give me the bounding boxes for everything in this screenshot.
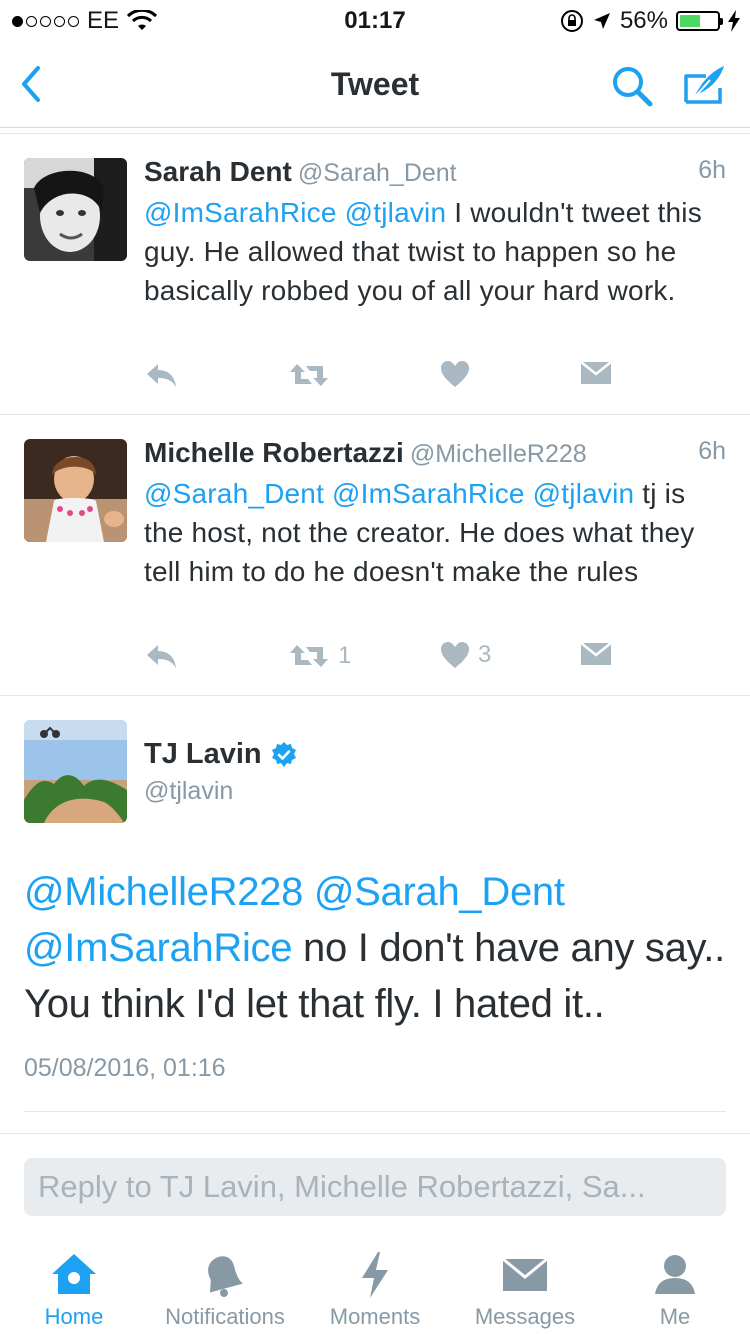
- tab-label: Me: [659, 1304, 691, 1329]
- tab-label: Messages: [474, 1304, 576, 1329]
- envelope-icon: [580, 642, 612, 665]
- battery-icon: [676, 11, 723, 31]
- retweet-icon: [290, 364, 328, 386]
- author-handle[interactable]: @Sarah_Dent: [298, 159, 457, 187]
- reply-tweet[interactable]: Michelle Robertazzi @MichelleR228 6h @Sar…: [0, 415, 750, 696]
- battery-fill: [680, 15, 701, 27]
- like-count: 3: [478, 641, 492, 668]
- reply-icon: [147, 645, 176, 668]
- tab-label: Home: [44, 1304, 104, 1329]
- avatar[interactable]: [24, 720, 127, 823]
- retweet-button[interactable]: [288, 360, 338, 390]
- tab-moments[interactable]: Moments: [320, 1240, 430, 1334]
- compose-button[interactable]: [680, 60, 730, 110]
- direct-message-button[interactable]: [580, 360, 612, 386]
- author-handle[interactable]: @MichelleR228: [410, 440, 587, 468]
- tab-label: Moments: [329, 1304, 421, 1329]
- main-author-row: TJ Lavin: [144, 738, 298, 771]
- tweet-header: Sarah Dent @Sarah_Dent 6h: [144, 156, 726, 188]
- home-icon: [52, 1254, 96, 1294]
- envelope-icon: [502, 1257, 548, 1291]
- tab-messages[interactable]: Messages: [468, 1240, 582, 1334]
- tab-bar: Home Notifications Moments Messages Me: [0, 1240, 750, 1334]
- retweet-count: 1: [338, 642, 352, 669]
- location-arrow-icon: [593, 13, 610, 29]
- battery-percent: 56%: [619, 7, 668, 34]
- avatar[interactable]: [24, 439, 127, 542]
- direct-message-button[interactable]: [580, 641, 612, 667]
- orientation-lock-icon: [560, 10, 583, 32]
- tweet-mentions[interactable]: @Sarah_Dent @ImSarahRice @tjlavin: [144, 478, 634, 509]
- tab-me[interactable]: Me: [630, 1240, 720, 1334]
- envelope-icon: [580, 361, 612, 384]
- tweet-date: 05/08/2016, 01:16: [24, 1054, 226, 1082]
- tweet-timestamp: 6h: [698, 156, 726, 184]
- tweet-mentions[interactable]: @ImSarahRice @tjlavin: [144, 197, 446, 228]
- search-button[interactable]: [608, 62, 656, 110]
- status-right: 56%: [560, 7, 740, 35]
- reply-icon: [147, 364, 176, 387]
- retweet-icon: [290, 645, 328, 667]
- author-name[interactable]: Michelle Robertazzi: [144, 437, 404, 468]
- divider: [0, 1133, 750, 1134]
- heart-icon: [441, 361, 469, 387]
- main-tweet-user[interactable]: TJ Lavin @tjlavin: [144, 738, 298, 806]
- reply-button[interactable]: [144, 641, 178, 671]
- author-name[interactable]: TJ Lavin: [144, 738, 262, 771]
- charging-bolt-icon: [728, 10, 740, 32]
- reply-button[interactable]: [144, 360, 178, 390]
- like-button[interactable]: [440, 360, 478, 388]
- tab-notifications[interactable]: Notifications: [150, 1240, 300, 1334]
- verified-badge-icon: [271, 741, 296, 767]
- tweet-text: @ImSarahRice @tjlavin I wouldn't tweet t…: [144, 193, 726, 310]
- bell-icon: [208, 1256, 243, 1297]
- tab-label: Notifications: [165, 1304, 285, 1329]
- status-bar: EE 01:17 56%: [0, 0, 750, 40]
- person-icon: [655, 1255, 695, 1294]
- tweet-actions: 1 3: [144, 641, 624, 677]
- heart-icon: [441, 642, 469, 668]
- retweet-button[interactable]: 1: [288, 641, 351, 671]
- reply-input[interactable]: Reply to TJ Lavin, Michelle Robertazzi, …: [24, 1158, 726, 1216]
- main-tweet-text: @MichelleR228 @Sarah_Dent @ImSarahRice n…: [24, 864, 734, 1032]
- tab-home[interactable]: Home: [24, 1240, 124, 1334]
- author-name[interactable]: Sarah Dent: [144, 156, 292, 187]
- reply-tweet[interactable]: Sarah Dent @Sarah_Dent 6h @ImSarahRice @t…: [0, 134, 750, 415]
- like-button[interactable]: 3: [440, 641, 491, 669]
- lightning-icon: [362, 1252, 388, 1298]
- avatar[interactable]: [24, 158, 127, 261]
- search-icon: [613, 67, 653, 107]
- tweet-timestamp: 6h: [698, 437, 726, 465]
- compose-quill-icon: [684, 66, 724, 104]
- author-handle[interactable]: @tjlavin: [144, 777, 298, 806]
- divider: [24, 1111, 726, 1112]
- nav-bar: Tweet: [0, 40, 750, 128]
- tweet-actions: [144, 360, 624, 396]
- tweet-header: Michelle Robertazzi @MichelleR228 6h: [144, 437, 726, 469]
- tweet-text: @Sarah_Dent @ImSarahRice @tjlavin tj is …: [144, 474, 726, 591]
